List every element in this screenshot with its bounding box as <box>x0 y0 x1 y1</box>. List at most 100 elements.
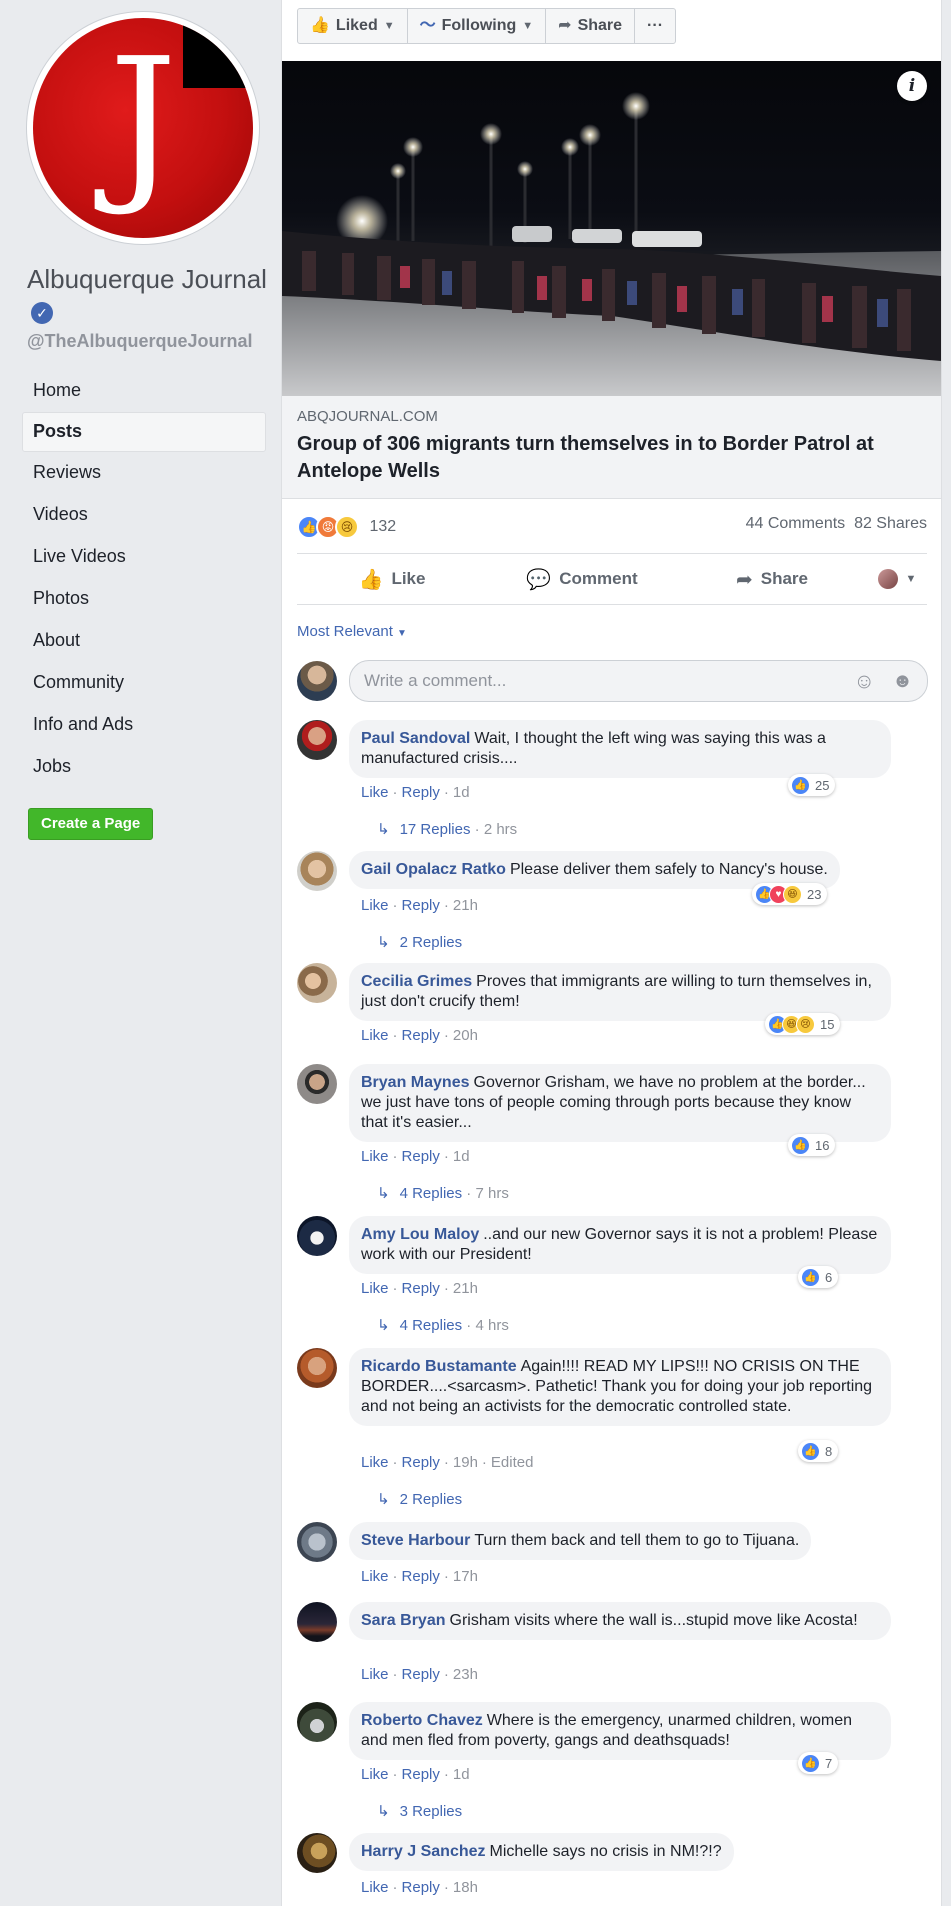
comment-like-link[interactable]: Like <box>361 1568 389 1585</box>
commenter-avatar[interactable] <box>297 1702 337 1742</box>
commenter-avatar[interactable] <box>297 1216 337 1256</box>
comment-time[interactable]: 21h <box>453 897 478 914</box>
commenter-avatar[interactable] <box>297 1522 337 1562</box>
link-preview-image[interactable]: i <box>282 61 941 396</box>
comment-time[interactable]: 19h <box>453 1454 478 1471</box>
comment-reply-link[interactable]: Reply <box>402 1766 440 1783</box>
reaction-icons[interactable]: 👍 😡 😢 <box>297 515 359 539</box>
nav-item-live-videos[interactable]: Live Videos <box>22 536 266 578</box>
comment-author[interactable]: Roberto Chavez <box>361 1712 483 1729</box>
comment-author[interactable]: Cecilia Grimes <box>361 973 472 990</box>
nav-item-videos[interactable]: Videos <box>22 494 266 536</box>
comment-like-link[interactable]: Like <box>361 1666 389 1683</box>
post-as-selector[interactable]: ▼ <box>867 554 927 604</box>
create-page-button[interactable]: Create a Page <box>28 808 154 840</box>
comment-time[interactable]: 18h <box>453 1879 478 1896</box>
comment-time[interactable]: 21h <box>453 1280 478 1297</box>
comment-like-link[interactable]: Like <box>361 1148 389 1165</box>
comment-reactions[interactable]: 👍 6 <box>798 1266 839 1288</box>
page-profile-picture[interactable]: J <box>27 12 259 244</box>
comment-like-link[interactable]: Like <box>361 1027 389 1044</box>
nav-item-community[interactable]: Community <box>22 662 266 704</box>
nav-item-info-and-ads[interactable]: Info and Ads <box>22 704 266 746</box>
comments-count[interactable]: 44 Comments <box>746 515 846 532</box>
comment-edited-label[interactable]: Edited <box>491 1454 534 1471</box>
share-page-button[interactable]: ➦ Share <box>546 9 636 43</box>
sticker-icon[interactable]: ☻ <box>892 670 913 693</box>
info-icon[interactable]: i <box>897 71 927 101</box>
comment-author[interactable]: Paul Sandoval <box>361 730 470 747</box>
comment-author[interactable]: Ricardo Bustamante <box>361 1358 517 1375</box>
like-button[interactable]: 👍 Like <box>297 554 487 604</box>
commenter-avatar[interactable] <box>297 963 337 1003</box>
rss-icon: 〜 <box>419 17 436 34</box>
comment-input[interactable] <box>364 661 844 701</box>
comment-like-link[interactable]: Like <box>361 897 389 914</box>
comment-reactions[interactable]: 👍 😆 😢 15 <box>765 1013 841 1035</box>
liked-button[interactable]: 👍 Liked ▼ <box>298 9 408 43</box>
commenter-avatar[interactable] <box>297 1602 337 1642</box>
comment-button[interactable]: 💬 Comment <box>487 554 677 604</box>
comment-reply-link[interactable]: Reply <box>402 1148 440 1165</box>
comment-sort-dropdown[interactable]: Most Relevant ▼ <box>297 623 407 640</box>
page-handle[interactable]: @TheAlbuquerqueJournal <box>27 331 253 352</box>
comment-author[interactable]: Gail Opalacz Ratko <box>361 861 506 878</box>
view-replies-link[interactable]: ↳ 17 Replies · 2 hrs <box>377 820 517 838</box>
nav-item-about[interactable]: About <box>22 620 266 662</box>
nav-item-jobs[interactable]: Jobs <box>22 746 266 788</box>
nav-item-reviews[interactable]: Reviews <box>22 452 266 494</box>
comment-like-link[interactable]: Like <box>361 1766 389 1783</box>
comment-like-link[interactable]: Like <box>361 1280 389 1297</box>
comment-like-link[interactable]: Like <box>361 784 389 801</box>
comment-reactions[interactable]: 👍 8 <box>798 1440 839 1462</box>
commenter-avatar[interactable] <box>297 851 337 891</box>
comment-reply-link[interactable]: Reply <box>402 1027 440 1044</box>
comment-like-link[interactable]: Like <box>361 1879 389 1896</box>
comment-reply-link[interactable]: Reply <box>402 1879 440 1896</box>
nav-item-photos[interactable]: Photos <box>22 578 266 620</box>
view-replies-link[interactable]: ↳ 4 Replies · 7 hrs <box>377 1184 509 1202</box>
share-button[interactable]: ➦ Share <box>677 554 867 604</box>
comment-time[interactable]: 1d <box>453 1766 470 1783</box>
comment-time[interactable]: 17h <box>453 1568 478 1585</box>
link-title[interactable]: Group of 306 migrants turn themselves in… <box>297 431 917 485</box>
commenter-avatar[interactable] <box>297 1348 337 1388</box>
comment-reactions[interactable]: 👍 7 <box>798 1752 839 1774</box>
comment-author[interactable]: Amy Lou Maloy <box>361 1226 479 1243</box>
commenter-avatar[interactable] <box>297 720 337 760</box>
comment-reply-link[interactable]: Reply <box>402 1666 440 1683</box>
comment-time[interactable]: 1d <box>453 784 470 801</box>
more-button[interactable]: ··· <box>635 9 675 43</box>
view-replies-link[interactable]: ↳ 2 Replies <box>377 1490 462 1508</box>
comment-author[interactable]: Bryan Maynes <box>361 1074 470 1091</box>
comment-time[interactable]: 20h <box>453 1027 478 1044</box>
comment-reply-link[interactable]: Reply <box>402 897 440 914</box>
reaction-count[interactable]: 132 <box>369 518 396 535</box>
comment-author[interactable]: Sara Bryan <box>361 1612 446 1629</box>
page-title[interactable]: Albuquerque Journal ✓ <box>27 263 267 327</box>
commenter-avatar[interactable] <box>297 1833 337 1873</box>
following-button[interactable]: 〜 Following ▼ <box>408 9 547 43</box>
emoji-icon[interactable]: ☺ <box>854 670 875 694</box>
comment-reactions[interactable]: 👍 16 <box>788 1134 836 1156</box>
comment-reply-link[interactable]: Reply <box>402 784 440 801</box>
shares-count[interactable]: 82 Shares <box>854 515 927 532</box>
comment-author[interactable]: Steve Harbour <box>361 1532 470 1549</box>
comment-time[interactable]: 23h <box>453 1666 478 1683</box>
comment-reply-link[interactable]: Reply <box>402 1454 440 1471</box>
nav-item-home[interactable]: Home <box>22 370 266 412</box>
commenter-avatar[interactable] <box>297 1064 337 1104</box>
comment-reactions[interactable]: 👍 ♥ 😆 23 <box>752 883 828 905</box>
link-preview[interactable]: ABQJOURNAL.COM Group of 306 migrants tur… <box>282 396 941 499</box>
view-replies-link[interactable]: ↳ 4 Replies · 4 hrs <box>377 1316 509 1334</box>
comment-box[interactable]: ☺ ☻ <box>349 660 928 702</box>
view-replies-link[interactable]: ↳ 3 Replies <box>377 1802 462 1820</box>
view-replies-link[interactable]: ↳ 2 Replies <box>377 933 462 951</box>
comment-author[interactable]: Harry J Sanchez <box>361 1843 486 1860</box>
comment-reply-link[interactable]: Reply <box>402 1568 440 1585</box>
nav-item-posts[interactable]: Posts <box>22 412 266 452</box>
comment-like-link[interactable]: Like <box>361 1454 389 1471</box>
comment-reply-link[interactable]: Reply <box>402 1280 440 1297</box>
comment-reactions[interactable]: 👍 25 <box>788 774 836 796</box>
comment-time[interactable]: 1d <box>453 1148 470 1165</box>
